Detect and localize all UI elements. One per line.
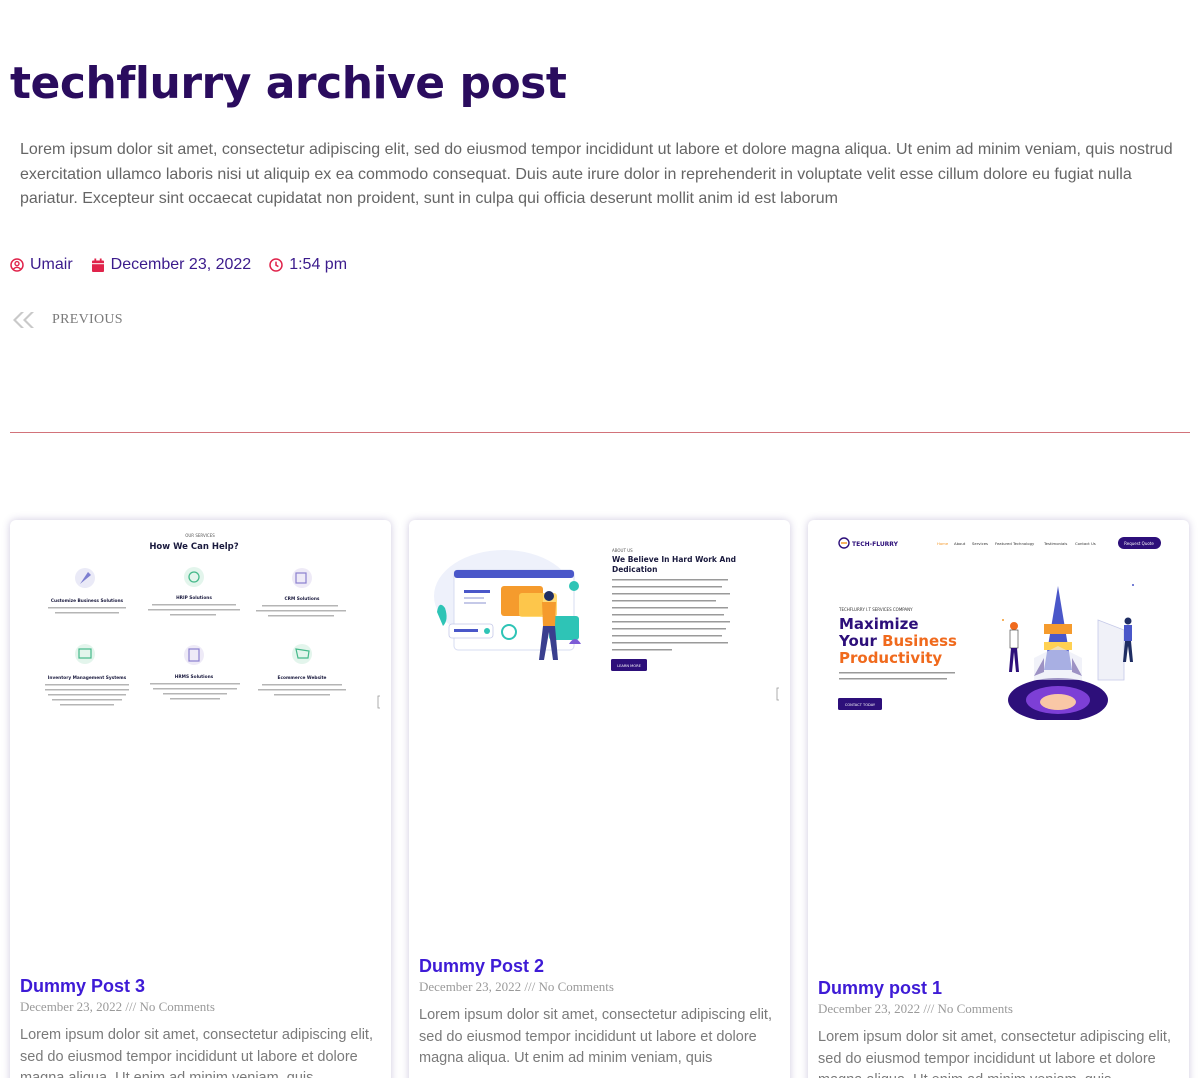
svg-text:ABOUT US: ABOUT US: [612, 548, 633, 553]
divider: [10, 432, 1190, 433]
svg-text:Services: Services: [972, 541, 988, 546]
post-thumbnail[interactable]: OUR SERVICES How We Can Help? Customize …: [10, 520, 391, 720]
svg-text:Home: Home: [937, 541, 949, 546]
meta-author[interactable]: Umair: [10, 256, 73, 274]
svg-text:Inventory Management Systems: Inventory Management Systems: [48, 675, 127, 681]
user-circle-icon: [10, 258, 24, 272]
post-card-body: Dummy post 1 December 23, 2022 /// No Co…: [818, 978, 1179, 1078]
svg-text:Request Quote: Request Quote: [1124, 541, 1154, 546]
svg-text:Testimonials: Testimonials: [1043, 541, 1067, 546]
svg-text:OUR SERVICES: OUR SERVICES: [185, 533, 215, 538]
service-hrms-icon: [184, 645, 204, 665]
meta-time: 1:54 pm: [269, 256, 347, 274]
svg-text:CRM Solutions: CRM Solutions: [285, 596, 320, 602]
svg-text:Ecommerce Website: Ecommerce Website: [278, 675, 327, 681]
post-time: 1:54 pm: [289, 256, 348, 273]
svg-text:Featured Technology: Featured Technology: [995, 541, 1035, 546]
svg-text:Your Business: Your Business: [838, 632, 957, 650]
service-hrip-icon: [184, 567, 204, 587]
svg-text:We Believe In Hard Work And: We Believe In Hard Work And: [612, 555, 736, 564]
post-thumbnail[interactable]: TECH-FLURRY Home About Services Featured…: [808, 520, 1189, 720]
post-card-body: Dummy Post 3 December 23, 2022 /// No Co…: [20, 976, 381, 1078]
svg-text:How We Can Help?: How We Can Help?: [149, 542, 238, 552]
svg-text:Dedication: Dedication: [612, 565, 657, 574]
svg-text:Customize Business Solutions: Customize Business Solutions: [51, 598, 124, 604]
post-meta: Umair December 23, 2022 1:54 pm: [10, 256, 365, 274]
post-meta: December 23, 2022 /// No Comments: [818, 1001, 1013, 1016]
post-meta: December 23, 2022 /// No Comments: [419, 979, 614, 994]
double-chevron-left-icon: [13, 312, 34, 328]
svg-text:CONTACT TODAY: CONTACT TODAY: [845, 703, 876, 707]
svg-text:Maximize: Maximize: [839, 615, 919, 633]
previous-post-link[interactable]: PREVIOUS: [10, 310, 123, 330]
meta-date[interactable]: December 23, 2022: [91, 256, 252, 274]
post-card[interactable]: ABOUT US We Believe In Hard Work And Ded…: [409, 520, 790, 1078]
svg-text:Productivity: Productivity: [839, 649, 942, 667]
svg-text:TECH-FLURRY: TECH-FLURRY: [852, 541, 899, 548]
previous-label: PREVIOUS: [52, 312, 123, 327]
svg-text:LEARN MORE: LEARN MORE: [617, 664, 641, 668]
svg-text:HRMS Solutions: HRMS Solutions: [175, 674, 214, 680]
service-crm-icon: [292, 568, 312, 588]
calendar-icon: [91, 258, 104, 272]
author-name: Umair: [30, 256, 73, 273]
post-card-body: Dummy Post 2 December 23, 2022 /// No Co…: [419, 956, 780, 1070]
post-excerpt: Lorem ipsum dolor sit amet, consectetur …: [20, 1027, 373, 1078]
service-rocket-icon: [75, 568, 95, 588]
post-date: December 23, 2022: [110, 256, 252, 273]
svg-text:Contact Us: Contact Us: [1075, 541, 1096, 546]
service-inventory-icon: [75, 644, 95, 664]
post-excerpt: Lorem ipsum dolor sit amet, consectetur …: [818, 1029, 1171, 1078]
post-excerpt: Lorem ipsum dolor sit amet, consectetur …: [419, 1007, 772, 1066]
svg-text:HRIP Solutions: HRIP Solutions: [176, 595, 212, 601]
post-card[interactable]: TECH-FLURRY Home About Services Featured…: [808, 520, 1189, 1078]
post-title[interactable]: Dummy post 1: [818, 978, 1179, 999]
post-card[interactable]: OUR SERVICES How We Can Help? Customize …: [10, 520, 391, 1078]
svg-text:TECHFLURRY I.T SERVICES COMPAN: TECHFLURRY I.T SERVICES COMPANY: [838, 607, 913, 612]
clock-icon: [269, 258, 283, 272]
svg-text:About: About: [954, 541, 966, 546]
page-title: techflurry archive post: [10, 58, 567, 109]
service-cart-icon: [292, 644, 312, 664]
techflurry-logo: TECH-FLURRY: [838, 537, 899, 549]
post-title[interactable]: Dummy Post 3: [20, 976, 381, 997]
rocket-illustration: [1008, 586, 1133, 720]
page-intro: Lorem ipsum dolor sit amet, consectetur …: [20, 141, 1173, 207]
post-meta: December 23, 2022 /// No Comments: [20, 999, 215, 1014]
post-thumbnail[interactable]: ABOUT US We Believe In Hard Work And Ded…: [409, 520, 790, 720]
post-title[interactable]: Dummy Post 2: [419, 956, 780, 977]
